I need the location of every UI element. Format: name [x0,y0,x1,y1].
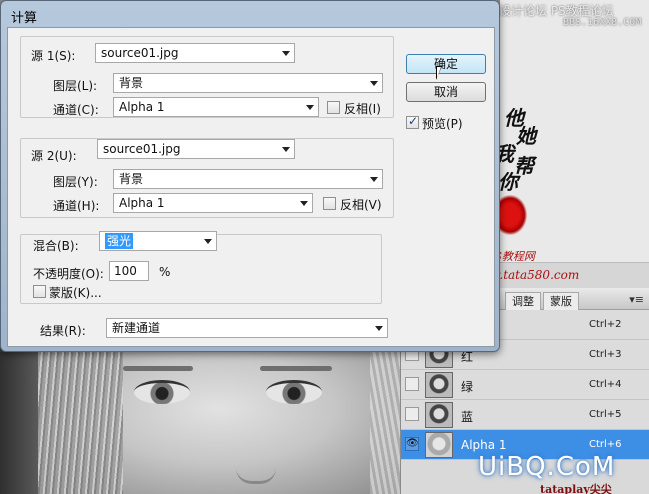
tab-adjustments[interactable]: 调整 [505,292,541,310]
blend-label: 混合(B): [33,239,79,253]
chevron-down-icon [300,201,308,206]
channel-shortcut: Ctrl+4 [589,379,622,390]
source2-label: 源 2(U): [31,149,77,163]
channel-name: 蓝 [461,410,474,424]
result-select[interactable]: 新建通道 [106,318,388,338]
visibility-toggle[interactable] [405,407,419,421]
source1-group: 源 1(S): source01.jpg 图层(L): 背景 通道(C): Al… [20,36,394,118]
calculations-dialog: 计算 源 1(S): source01.jpg 图层(L): 背景 通道(C):… [0,0,500,352]
preview-checkbox[interactable] [406,114,419,129]
select-value: Alpha 1 [119,196,165,210]
nose [236,444,276,484]
canvas-left-edge [0,352,38,494]
source1-layer-select[interactable]: 背景 [113,73,383,93]
eye-icon[interactable]: 👁 [405,437,419,451]
select-value: 新建通道 [112,321,161,335]
channel-thumbnail [425,432,453,458]
select-value: source01.jpg [101,46,179,60]
watermark-url: BBS.16XX8.COM [563,17,642,28]
channel-row-blue[interactable]: 蓝 Ctrl+5 [401,400,649,430]
opacity-label: 不透明度(O): [33,267,104,281]
mask-label: 蒙版(K)... [49,286,102,300]
select-value: 背景 [119,76,144,90]
panel-menu-icon[interactable]: ▾≡ [629,293,644,306]
source2-invert-checkbox[interactable] [323,197,336,210]
dialog-title: 计算 [11,11,38,26]
channel-shortcut: Ctrl+6 [589,439,622,450]
source1-channel-select[interactable]: Alpha 1 [113,97,319,117]
channel-name: Alpha 1 [461,438,507,452]
source2-layer-label: 图层(Y): [53,175,98,189]
chevron-down-icon [282,51,290,56]
channel-row-green[interactable]: 绿 Ctrl+4 [401,370,649,400]
channel-name: 绿 [461,380,474,394]
opacity-unit: % [159,265,171,279]
visibility-toggle[interactable] [405,377,419,391]
left-eye [134,380,190,404]
channel-thumbnail [425,372,453,398]
channel-shortcut: Ctrl+3 [589,349,622,360]
select-value: 背景 [119,172,144,186]
watermark-logo: UiBQ.CoM [478,452,616,482]
watermark-small: tataplay尖尖 [540,483,612,494]
mask-checkbox[interactable] [33,285,46,298]
chevron-down-icon [375,326,383,331]
preview-label: 预览(P) [422,117,463,131]
opacity-input[interactable]: 100 [109,261,149,281]
channel-shortcut: Ctrl+2 [589,319,622,330]
hair-left [38,352,123,494]
source1-file-select[interactable]: source01.jpg [95,43,295,63]
select-value: Alpha 1 [119,100,165,114]
source1-invert-label: 反相(I) [344,102,381,116]
blend-mode-select[interactable]: 强光 [99,231,217,251]
art-char: 她 [516,124,536,148]
channel-shortcut: Ctrl+5 [589,409,622,420]
dialog-body: 源 1(S): source01.jpg 图层(L): 背景 通道(C): Al… [7,27,495,347]
right-eye [266,380,322,404]
source2-layer-select[interactable]: 背景 [113,169,383,189]
hair-right [370,352,400,494]
chevron-down-icon [282,147,290,152]
select-value: source01.jpg [103,142,181,156]
ok-button[interactable]: 确定 [406,54,486,74]
art-char: 你 [498,170,518,194]
chevron-down-icon [204,239,212,244]
channel-thumbnail [425,402,453,428]
right-brow [260,366,332,371]
result-label: 结果(R): [40,324,86,338]
photo-canvas [38,352,400,494]
chevron-down-icon [370,81,378,86]
blending-group: 混合(B): 强光 不透明度(O): 100 % 蒙版(K)... [20,231,382,304]
mouse-cursor-icon [436,66,442,80]
tab-masks[interactable]: 蒙版 [543,292,579,310]
source2-channel-select[interactable]: Alpha 1 [113,193,313,213]
source2-invert-label: 反相(V) [340,198,382,212]
source1-layer-label: 图层(L): [53,79,98,93]
source2-file-select[interactable]: source01.jpg [97,139,295,159]
source2-group: 源 2(U): source01.jpg 图层(Y): 背景 通道(H): Al… [20,138,394,218]
source1-channel-label: 通道(C): [53,103,99,117]
cancel-button[interactable]: 取消 [406,82,486,102]
chevron-down-icon [370,177,378,182]
chevron-down-icon [306,105,314,110]
select-value: 强光 [105,233,134,249]
source2-channel-label: 通道(H): [53,199,100,213]
source1-invert-checkbox[interactable] [327,101,340,114]
left-brow [123,366,193,371]
source1-label: 源 1(S): [31,49,76,63]
